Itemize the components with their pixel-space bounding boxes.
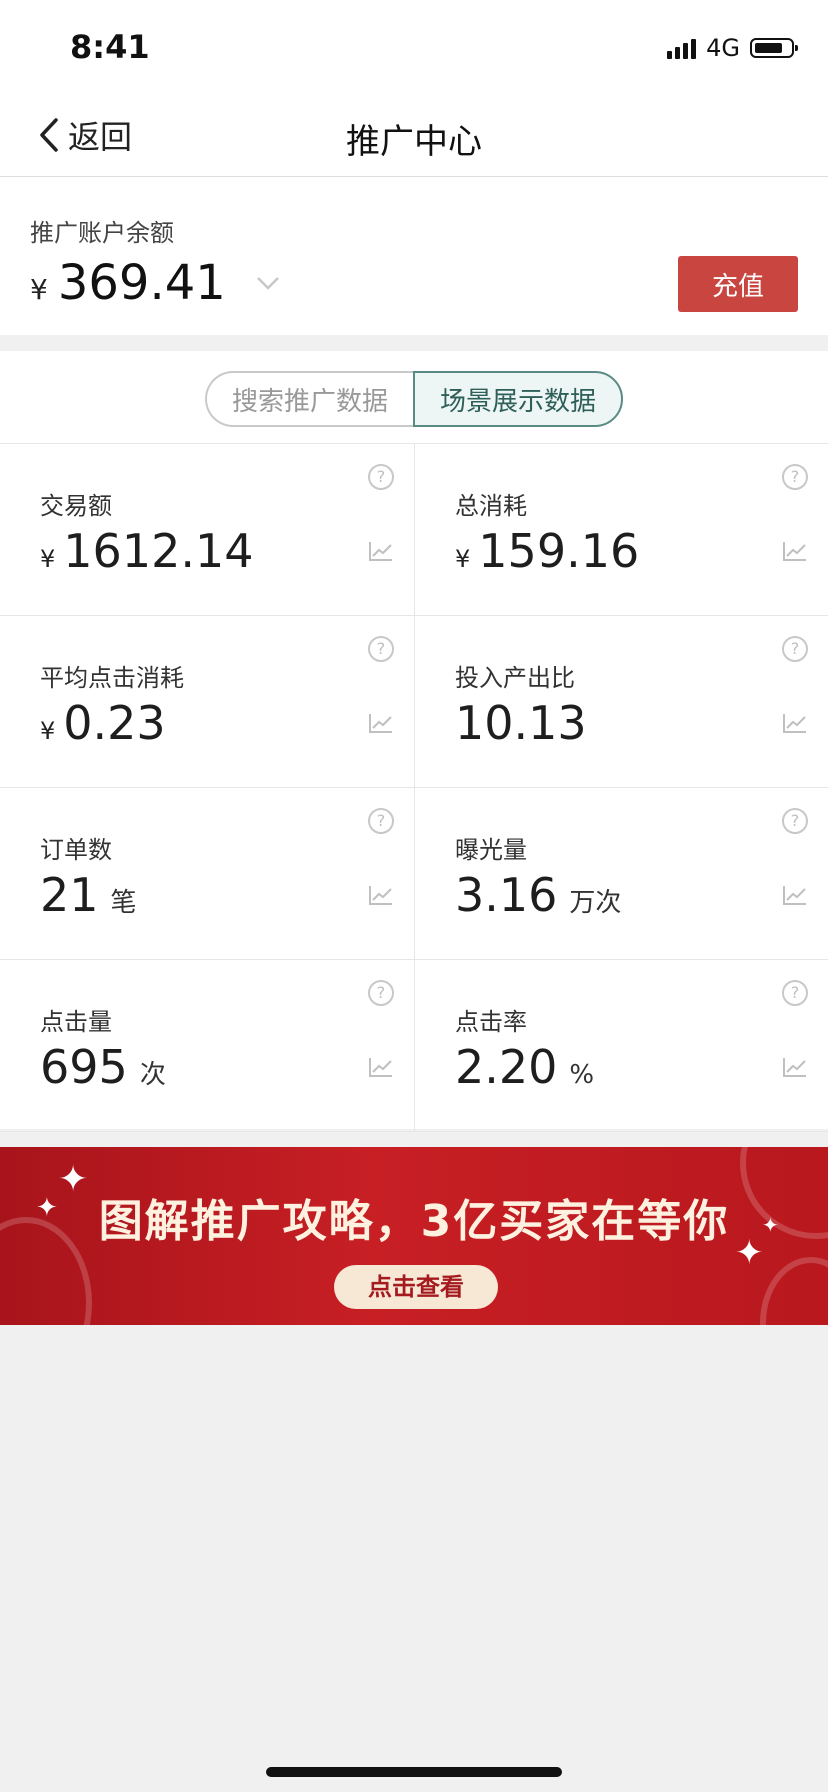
balance-row[interactable]: ¥ 369.41	[30, 255, 280, 311]
metric-label: 平均点击消耗	[40, 664, 184, 692]
metric-card-clicks[interactable]: ? 点击量 695 次	[0, 960, 414, 1131]
metrics-grid: ? 交易额 ¥ 1612.14 ? 总消耗 ¥ 159.16 ? 平均点击消耗 …	[0, 443, 828, 1132]
metric-number: 695	[40, 1040, 128, 1094]
banner-cta-button[interactable]: 点击查看	[334, 1265, 498, 1309]
metric-label: 点击率	[455, 1008, 527, 1036]
question-circle-icon[interactable]: ?	[782, 980, 808, 1006]
line-chart-icon[interactable]	[368, 884, 394, 906]
line-chart-icon[interactable]	[782, 884, 808, 906]
question-circle-icon[interactable]: ?	[368, 980, 394, 1006]
metric-card-avg-click-cost[interactable]: ? 平均点击消耗 ¥ 0.23	[0, 616, 414, 787]
metric-label: 总消耗	[455, 492, 527, 520]
battery-icon	[750, 38, 798, 58]
recharge-button[interactable]: 充值	[678, 256, 798, 312]
data-tabs: 搜索推广数据 场景展示数据	[205, 371, 623, 427]
banner-headline: 图解推广攻略，3亿买家在等你	[98, 1196, 730, 1247]
metric-label: 投入产出比	[455, 664, 575, 692]
metric-number: 3.16	[455, 868, 558, 922]
question-circle-icon[interactable]: ?	[368, 636, 394, 662]
line-chart-icon[interactable]	[782, 712, 808, 734]
question-circle-icon[interactable]: ?	[782, 808, 808, 834]
metric-value: 3.16 万次	[455, 868, 621, 922]
line-chart-icon[interactable]	[368, 712, 394, 734]
metric-number: 21	[40, 868, 99, 922]
line-chart-icon[interactable]	[368, 1056, 394, 1078]
question-circle-icon[interactable]: ?	[782, 464, 808, 490]
currency-symbol: ¥	[40, 545, 56, 573]
metric-value: 695 次	[40, 1040, 166, 1094]
metric-number: 0.23	[63, 696, 166, 750]
metric-card-transaction[interactable]: ? 交易额 ¥ 1612.14	[0, 444, 414, 615]
metric-card-impressions[interactable]: ? 曝光量 3.16 万次	[414, 788, 828, 959]
balance-label: 推广账户余额	[30, 219, 174, 247]
page-title: 推广中心	[346, 122, 482, 162]
metric-number: 1612.14	[63, 524, 254, 578]
status-bar: 8:41 4G	[0, 0, 828, 96]
line-chart-icon[interactable]	[782, 1056, 808, 1078]
metric-label: 点击量	[40, 1008, 112, 1036]
tab-scene-display[interactable]: 场景展示数据	[413, 371, 623, 427]
metrics-row: ? 订单数 21 笔 ? 曝光量 3.16 万次	[0, 788, 828, 960]
metric-value: 2.20 %	[455, 1040, 594, 1094]
metric-value: 21 笔	[40, 868, 137, 922]
metrics-row: ? 点击量 695 次 ? 点击率 2.20 %	[0, 960, 828, 1132]
status-time: 8:41	[70, 28, 150, 66]
question-circle-icon[interactable]: ?	[368, 464, 394, 490]
metric-unit: %	[569, 1060, 595, 1090]
metric-unit: 万次	[569, 888, 622, 918]
metric-label: 曝光量	[455, 836, 527, 864]
status-indicators: 4G	[667, 34, 798, 62]
metric-unit: 笔	[110, 888, 137, 918]
line-chart-icon[interactable]	[368, 540, 394, 562]
tab-search-promotion[interactable]: 搜索推广数据	[205, 371, 413, 427]
metric-number: 2.20	[455, 1040, 558, 1094]
metric-value: ¥ 159.16	[455, 524, 639, 578]
home-indicator[interactable]	[266, 1767, 562, 1777]
currency-symbol: ¥	[455, 545, 471, 573]
ribbon-decoration	[760, 1257, 828, 1325]
currency-symbol: ¥	[40, 717, 56, 745]
metric-card-total-cost[interactable]: ? 总消耗 ¥ 159.16	[414, 444, 828, 615]
metric-value: ¥ 1612.14	[40, 524, 254, 578]
metric-value: ¥ 0.23	[40, 696, 166, 750]
promo-banner[interactable]: ✦ ✦ ✦ ✦ 图解推广攻略，3亿买家在等你 点击查看	[0, 1147, 828, 1325]
network-type: 4G	[706, 34, 740, 62]
metrics-section: 搜索推广数据 场景展示数据 ? 交易额 ¥ 1612.14 ? 总消耗 ¥ 15…	[0, 351, 828, 1132]
metrics-row: ? 平均点击消耗 ¥ 0.23 ? 投入产出比 10.13	[0, 616, 828, 788]
currency-symbol: ¥	[30, 273, 48, 306]
metrics-row: ? 交易额 ¥ 1612.14 ? 总消耗 ¥ 159.16	[0, 444, 828, 616]
question-circle-icon[interactable]: ?	[368, 808, 394, 834]
metric-number: 10.13	[455, 696, 587, 750]
metric-card-roi[interactable]: ? 投入产出比 10.13	[414, 616, 828, 787]
question-circle-icon[interactable]: ?	[782, 636, 808, 662]
nav-bar: 返回 推广中心	[0, 96, 828, 177]
metric-card-orders[interactable]: ? 订单数 21 笔	[0, 788, 414, 959]
signal-icon	[667, 37, 697, 59]
metric-label: 订单数	[40, 836, 112, 864]
metric-value: 10.13	[455, 696, 587, 750]
metric-label: 交易额	[40, 492, 112, 520]
line-chart-icon[interactable]	[782, 540, 808, 562]
metric-number: 159.16	[478, 524, 640, 578]
balance-amount: 369.41	[57, 255, 226, 311]
chevron-down-icon[interactable]	[256, 276, 280, 290]
balance-card: 推广账户余额 ¥ 369.41 充值	[0, 177, 828, 335]
metric-unit: 次	[139, 1060, 166, 1090]
metric-card-ctr[interactable]: ? 点击率 2.20 %	[414, 960, 828, 1131]
